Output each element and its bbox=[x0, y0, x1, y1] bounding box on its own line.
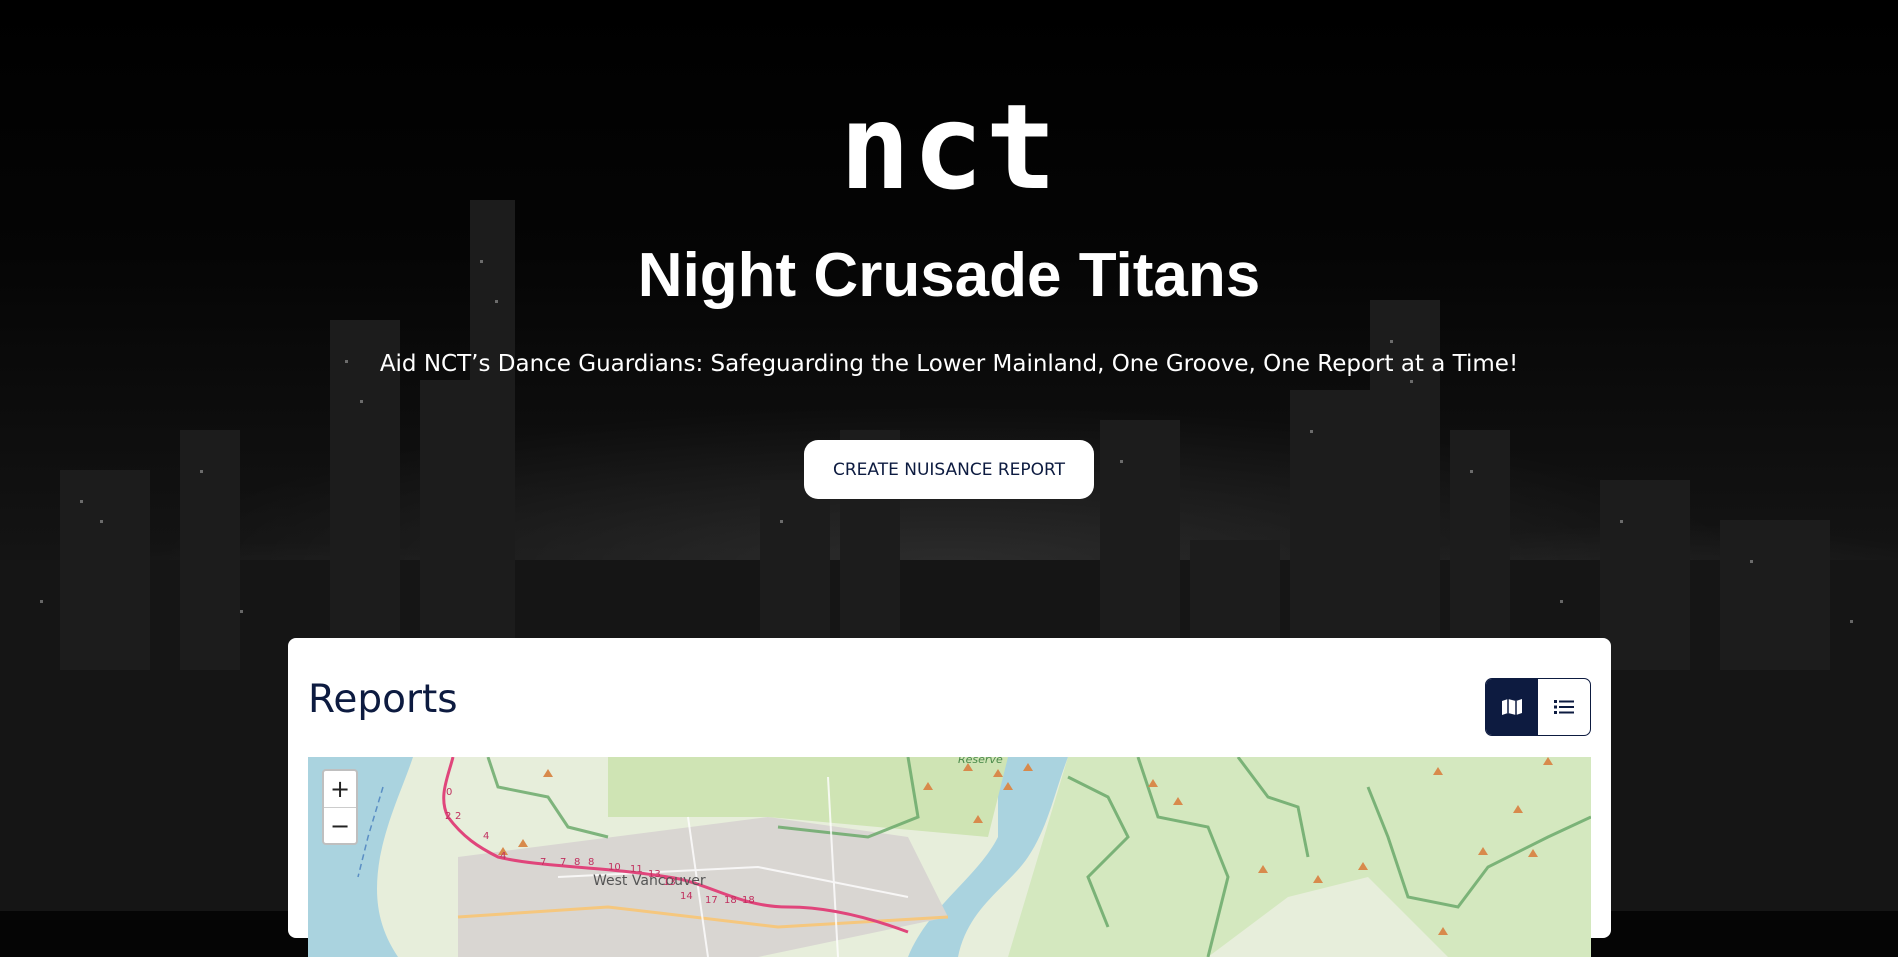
route-marker: 4 bbox=[483, 831, 489, 842]
zoom-in-button[interactable]: + bbox=[324, 771, 356, 807]
route-marker: 13 bbox=[648, 869, 661, 880]
page-title: Night Crusade Titans bbox=[637, 241, 1261, 310]
route-marker: 14 bbox=[680, 891, 693, 902]
route-marker: 13 bbox=[663, 877, 676, 888]
hero-subtitle: Aid NCT’s Dance Guardians: Safeguarding … bbox=[379, 351, 1519, 377]
view-toggle bbox=[1485, 678, 1591, 736]
route-marker: 11 bbox=[630, 864, 643, 875]
map-label-reserve: Reserve bbox=[958, 757, 1003, 766]
route-marker: 0 bbox=[446, 787, 452, 798]
nct-logo: nct bbox=[839, 78, 1059, 216]
route-marker: 7 bbox=[560, 857, 566, 868]
map-zoom-control: + − bbox=[322, 769, 358, 845]
reports-map[interactable]: West Vancouver Reserve 0 2 2 4 4 7 7 8 8… bbox=[308, 757, 1591, 957]
route-marker: 2 bbox=[445, 811, 451, 822]
map-tiles: West Vancouver Reserve 0 2 2 4 4 7 7 8 8… bbox=[308, 757, 1591, 957]
route-marker: 2 bbox=[455, 811, 461, 822]
list-icon bbox=[1554, 700, 1574, 714]
reports-panel: Reports West Vancouver Reserve 0 2 2 4 4… bbox=[288, 638, 1611, 957]
map-icon bbox=[1502, 699, 1522, 715]
reports-heading: Reports bbox=[308, 677, 458, 722]
route-marker: 10 bbox=[608, 862, 621, 873]
route-marker: 18 bbox=[724, 895, 737, 906]
zoom-out-button[interactable]: − bbox=[324, 807, 356, 844]
list-view-button[interactable] bbox=[1538, 679, 1590, 735]
route-marker: 4 bbox=[500, 851, 506, 862]
route-marker: 17 bbox=[705, 895, 718, 906]
route-marker: 8 bbox=[574, 857, 580, 868]
route-marker: 18 bbox=[742, 895, 755, 906]
route-marker: 8 bbox=[588, 857, 594, 868]
create-nuisance-report-button[interactable]: CREATE NUISANCE REPORT bbox=[804, 440, 1094, 499]
route-marker: 7 bbox=[540, 857, 546, 868]
map-view-button[interactable] bbox=[1486, 679, 1538, 735]
